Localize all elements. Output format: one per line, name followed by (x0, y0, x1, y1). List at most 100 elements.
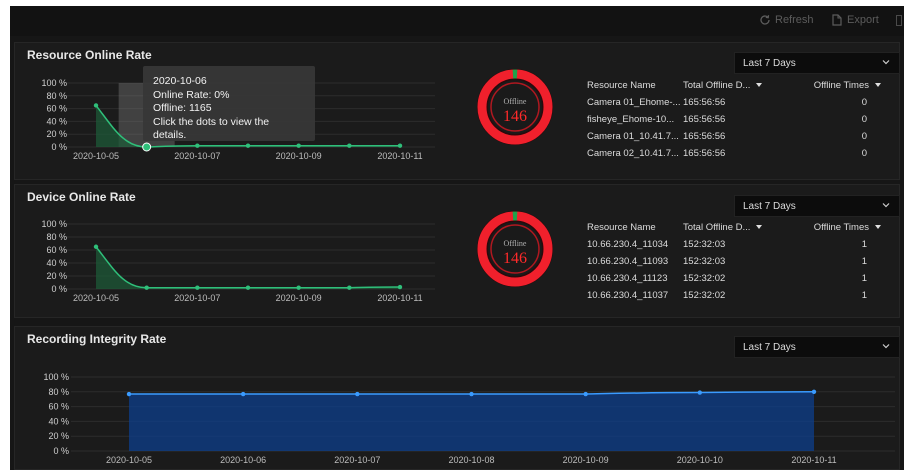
data-point[interactable] (195, 286, 199, 290)
donut-label: Offline (475, 239, 555, 248)
device-online-chart: 0 %20 %40 %60 %80 %100 %2020-10-052020-1… (15, 185, 445, 319)
row-resource-name: Camera 01_Ehome-... (583, 94, 683, 111)
table-row[interactable]: Camera 01_10.41.7...165:56:560 (583, 128, 885, 145)
tooltip-date: 2020-10-06 (153, 75, 305, 89)
chevron-down-icon (881, 200, 891, 210)
refresh-button[interactable]: Refresh (759, 14, 814, 26)
row-resource-name: 10.66.230.4_11034 (583, 236, 683, 253)
x-tick-label: 2020-10-05 (106, 455, 152, 465)
sort-icon (756, 83, 762, 87)
device-online-panel: Device Online Rate 0 %20 %40 %60 %80 %10… (14, 184, 900, 318)
series-area (129, 392, 814, 451)
data-point[interactable] (195, 144, 199, 148)
y-tick-label: 80 % (46, 91, 67, 101)
table-row[interactable]: Camera 02_10.41.7...165:56:560 (583, 145, 885, 162)
data-point[interactable] (698, 390, 702, 394)
row-offline-times: 0 (801, 111, 885, 128)
y-tick-label: 0 % (51, 142, 67, 152)
data-point[interactable] (143, 143, 151, 151)
data-point[interactable] (296, 144, 300, 148)
y-tick-label: 80 % (48, 387, 69, 397)
data-point[interactable] (398, 144, 402, 148)
table-row[interactable]: 10.66.230.4_11034152:32:031 (583, 236, 885, 253)
col-resource-name[interactable]: Resource Name (583, 219, 683, 236)
x-tick-label: 2020-10-08 (448, 455, 494, 465)
y-tick-label: 60 % (48, 402, 69, 412)
chart-tooltip: 2020-10-06 Online Rate: 0% Offline: 1165… (143, 66, 315, 141)
row-total-offline: 165:56:56 (683, 128, 801, 145)
data-point[interactable] (246, 286, 250, 290)
data-point[interactable] (398, 285, 402, 289)
table-row[interactable]: 10.66.230.4_11093152:32:031 (583, 253, 885, 270)
col-total-offline[interactable]: Total Offline D... (683, 219, 801, 236)
x-tick-label: 2020-10-06 (220, 455, 266, 465)
x-tick-label: 2020-10-11 (377, 293, 422, 303)
x-tick-label: 2020-10-09 (563, 455, 609, 465)
col-offline-times[interactable]: Offline Times (801, 219, 885, 236)
data-point[interactable] (347, 144, 351, 148)
row-total-offline: 165:56:56 (683, 145, 801, 162)
row-offline-times: 1 (801, 270, 885, 287)
table-row[interactable]: 10.66.230.4_11037152:32:021 (583, 287, 885, 304)
recording-integrity-panel: Recording Integrity Rate 0 %20 %40 %60 %… (14, 326, 900, 470)
data-point[interactable] (94, 245, 98, 249)
data-point[interactable] (144, 286, 148, 290)
x-tick-label: 2020-10-09 (276, 151, 322, 161)
tooltip-hint: Click the dots to view the details. (153, 116, 305, 143)
sort-icon (875, 225, 881, 229)
data-point[interactable] (296, 286, 300, 290)
x-tick-label: 2020-10-07 (334, 455, 380, 465)
row-resource-name: Camera 02_10.41.7... (583, 145, 683, 162)
y-tick-label: 40 % (46, 258, 67, 268)
export-label: Export (847, 14, 879, 26)
row-total-offline: 165:56:56 (683, 94, 801, 111)
device-offline-donut[interactable]: Offline 146 (475, 209, 555, 289)
data-point[interactable] (94, 103, 98, 107)
col-resource-name[interactable]: Resource Name (583, 77, 683, 94)
refresh-icon (759, 14, 771, 26)
period-select[interactable]: Last 7 Days (734, 52, 900, 74)
col-total-offline[interactable]: Total Offline D... (683, 77, 801, 94)
data-point[interactable] (347, 286, 351, 290)
x-tick-label: 2020-10-11 (377, 151, 422, 161)
row-total-offline: 152:32:02 (683, 287, 801, 304)
data-point[interactable] (583, 392, 587, 396)
y-tick-label: 80 % (46, 232, 67, 242)
row-resource-name: fisheye_Ehome-10... (583, 111, 683, 128)
table-row[interactable]: 10.66.230.4_11123152:32:021 (583, 270, 885, 287)
table-row[interactable]: fisheye_Ehome-10...165:56:560 (583, 111, 885, 128)
table-header-row: Resource Name Total Offline D... Offline… (583, 219, 885, 236)
y-tick-label: 20 % (46, 271, 67, 281)
donut-label: Offline (475, 97, 555, 106)
row-resource-name: 10.66.230.4_11123 (583, 270, 683, 287)
data-point[interactable] (127, 392, 131, 396)
donut-ring (475, 67, 555, 147)
row-total-offline: 152:32:03 (683, 236, 801, 253)
row-total-offline: 152:32:02 (683, 270, 801, 287)
period-select[interactable]: Last 7 Days (734, 195, 900, 217)
y-tick-label: 0 % (51, 284, 67, 294)
table-row[interactable]: Camera 01_Ehome-...165:56:560 (583, 94, 885, 111)
resource-offline-donut[interactable]: Offline 146 (475, 67, 555, 147)
row-offline-times: 0 (801, 145, 885, 162)
y-tick-label: 0 % (53, 446, 69, 456)
y-tick-label: 60 % (46, 104, 67, 114)
export-button[interactable]: Export (831, 14, 879, 26)
data-point[interactable] (812, 390, 816, 394)
data-point[interactable] (469, 392, 473, 396)
row-total-offline: 165:56:56 (683, 111, 801, 128)
y-tick-label: 40 % (46, 116, 67, 126)
y-tick-label: 20 % (46, 129, 67, 139)
data-point[interactable] (355, 392, 359, 396)
col-offline-times[interactable]: Offline Times (801, 77, 885, 94)
refresh-label: Refresh (775, 14, 814, 26)
x-tick-label: 2020-10-11 (791, 455, 836, 465)
data-point[interactable] (241, 392, 245, 396)
x-tick-label: 2020-10-10 (677, 455, 723, 465)
data-point[interactable] (246, 144, 250, 148)
donut-value: 146 (475, 108, 555, 126)
y-tick-label: 100 % (41, 219, 67, 229)
more-icon[interactable] (896, 15, 902, 26)
period-select[interactable]: Last 7 Days (734, 336, 900, 358)
period-value: Last 7 Days (743, 58, 796, 69)
